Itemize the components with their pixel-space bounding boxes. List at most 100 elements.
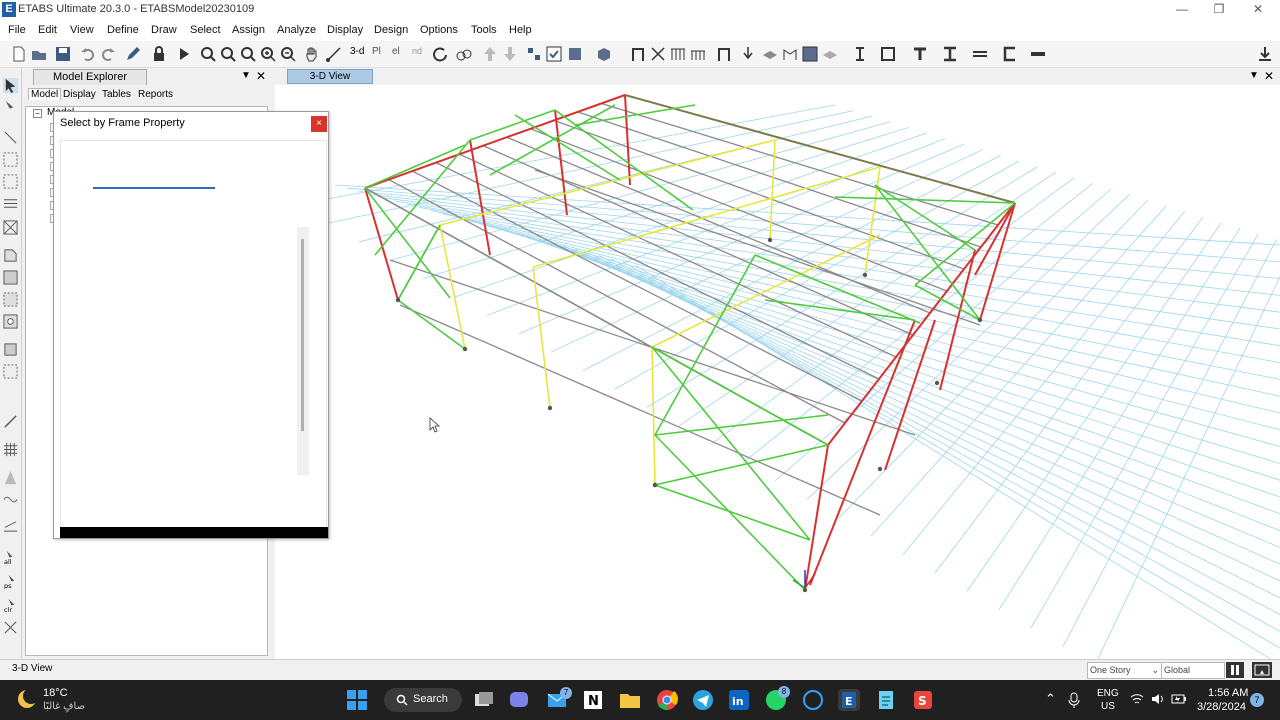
frame-property-filter-input[interactable]	[93, 171, 215, 189]
pause-icon[interactable]	[1226, 662, 1244, 678]
perspective-icon[interactable]	[456, 46, 472, 62]
explorer-tab-tables[interactable]: Tables	[102, 89, 131, 100]
plan-view-button[interactable]: Pl	[372, 46, 386, 62]
brace-icon[interactable]	[650, 46, 666, 62]
object-shrink-icon[interactable]	[526, 46, 542, 62]
notion-icon[interactable]: N	[582, 689, 604, 711]
menu-help[interactable]: Help	[509, 24, 532, 36]
previous-selection-icon[interactable]: ps	[3, 574, 18, 589]
microphone-icon[interactable]	[1068, 692, 1080, 708]
menu-view[interactable]: View	[70, 24, 94, 36]
joists-icon[interactable]	[670, 46, 686, 62]
draw-area-icon[interactable]	[3, 248, 18, 263]
model-3d-viewport[interactable]	[275, 85, 1280, 659]
story-combo[interactable]: One Story ⌄	[1087, 662, 1163, 679]
rotate-icon[interactable]	[432, 46, 448, 62]
draw-column-icon[interactable]	[3, 174, 18, 189]
draw-beam-icon[interactable]	[3, 152, 18, 167]
volume-icon[interactable]	[1151, 692, 1165, 706]
screen-icon[interactable]	[1252, 662, 1272, 678]
draw-joint-icon[interactable]	[3, 130, 18, 145]
point-load-icon[interactable]	[740, 46, 756, 62]
frame-release-icon[interactable]	[716, 46, 732, 62]
notepad-icon[interactable]	[875, 689, 897, 711]
rubber-band-icon[interactable]	[326, 46, 342, 62]
plate-icon[interactable]	[1030, 46, 1046, 62]
tree-collapse-icon[interactable]: −	[33, 109, 42, 118]
move-up-icon[interactable]	[482, 46, 498, 62]
channel-icon[interactable]	[1002, 46, 1018, 62]
move-down-icon[interactable]	[502, 46, 518, 62]
open-model-icon[interactable]	[31, 46, 47, 62]
zoom-out-icon[interactable]	[280, 46, 296, 62]
draw-wall-icon[interactable]	[3, 292, 18, 307]
draw-deck-icon[interactable]	[3, 364, 18, 379]
dialog-close-button[interactable]: ×	[311, 116, 327, 132]
wall-icon[interactable]	[782, 46, 798, 62]
display-options-icon[interactable]	[568, 46, 584, 62]
double-line-icon[interactable]	[972, 46, 988, 62]
notification-badge[interactable]: 7	[1250, 693, 1264, 707]
view-pin-icon[interactable]: ▼	[1249, 70, 1259, 81]
slab-icon[interactable]	[762, 46, 778, 62]
view-3d-button[interactable]: 3-d	[350, 46, 368, 62]
draw-dimension-icon[interactable]	[3, 518, 18, 533]
tab-3d-view[interactable]: 3-D View	[287, 69, 373, 84]
area-view-icon[interactable]	[802, 46, 818, 62]
teams-chat-icon[interactable]	[508, 689, 530, 711]
chevron-up-icon[interactable]: ⌃	[1045, 691, 1056, 707]
chrome-icon[interactable]	[656, 689, 678, 711]
file-explorer-icon[interactable]	[619, 689, 641, 711]
elevation-view-button[interactable]: el	[392, 46, 406, 62]
app-s-icon[interactable]: S	[912, 689, 934, 711]
explorer-close-icon[interactable]: ✕	[256, 69, 266, 83]
intersecting-line-icon[interactable]	[3, 620, 18, 635]
coordinate-system-combo[interactable]: Global	[1161, 662, 1225, 679]
menu-draw[interactable]: Draw	[151, 24, 177, 36]
zoom-window-icon[interactable]	[200, 46, 216, 62]
zoom-all-icon[interactable]	[240, 46, 256, 62]
extrude-view-icon[interactable]	[596, 46, 612, 62]
view-close-icon[interactable]: ✕	[1264, 69, 1274, 83]
menu-options[interactable]: Options	[420, 24, 458, 36]
box-section-icon[interactable]	[880, 46, 896, 62]
nd-view-button[interactable]: nd	[412, 46, 426, 62]
reshape-icon[interactable]	[3, 100, 18, 115]
pan-icon[interactable]	[304, 46, 320, 62]
menu-design[interactable]: Design	[374, 24, 408, 36]
menu-define[interactable]: Define	[107, 24, 139, 36]
draw-brace-icon[interactable]	[3, 220, 18, 235]
download-icon[interactable]	[1257, 46, 1273, 62]
draw-floor-icon[interactable]	[3, 270, 18, 285]
i-beam-icon[interactable]	[942, 46, 958, 62]
keyboard-layout[interactable]: US	[1101, 701, 1115, 712]
linkedin-icon[interactable]: in	[728, 689, 750, 711]
undo-icon[interactable]	[80, 46, 96, 62]
explorer-tab-reports[interactable]: Reports	[138, 89, 173, 100]
clock-date[interactable]: 3/28/2024	[1197, 701, 1246, 713]
copilot-icon[interactable]	[802, 689, 824, 711]
minimize-button[interactable]: —	[1164, 0, 1200, 20]
draw-tendon-icon[interactable]	[3, 470, 18, 485]
explorer-pin-icon[interactable]: ▼	[241, 70, 251, 81]
task-view-icon[interactable]	[473, 689, 495, 711]
restore-button[interactable]: ❐	[1201, 0, 1237, 20]
select-all-icon[interactable]: all	[3, 550, 18, 565]
zoom-restore-icon[interactable]	[220, 46, 236, 62]
explorer-tab-model[interactable]: Model	[28, 88, 62, 100]
pointer-icon[interactable]	[3, 78, 18, 93]
draw-secondary-icon[interactable]	[3, 196, 18, 211]
menu-select[interactable]: Select	[190, 24, 221, 36]
etabs-taskbar-icon[interactable]: E	[838, 689, 860, 711]
telegram-icon[interactable]	[692, 689, 714, 711]
menu-file[interactable]: File	[8, 24, 26, 36]
clock-time[interactable]: 1:56 AM	[1208, 687, 1248, 699]
deck-icon[interactable]	[822, 46, 838, 62]
weather-moon-icon[interactable]	[16, 688, 38, 710]
section-i-icon[interactable]	[852, 46, 868, 62]
menu-assign[interactable]: Assign	[232, 24, 265, 36]
scrollbar-thumb[interactable]	[301, 239, 304, 431]
menu-analyze[interactable]: Analyze	[277, 24, 316, 36]
windows-start-icon[interactable]	[346, 689, 368, 711]
battery-icon[interactable]	[1171, 692, 1187, 706]
